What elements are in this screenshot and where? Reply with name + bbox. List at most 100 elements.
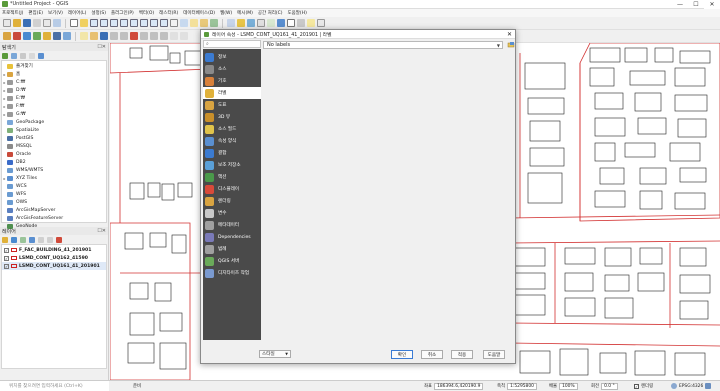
dialog-nav-item[interactable]: QGIS 서버 [203, 255, 261, 267]
zoom-rubber-icon[interactable] [110, 19, 118, 27]
layer-visibility-checkbox[interactable]: ✓ [4, 247, 9, 253]
add-group-icon[interactable] [11, 236, 17, 243]
layer-item[interactable]: ✓ LSMD_CONT_UQ161_41_201901 [2, 262, 106, 270]
filter-legend-icon[interactable] [29, 236, 35, 243]
measure-icon[interactable] [297, 19, 305, 27]
zoom-in-icon[interactable] [90, 19, 98, 27]
cancel-button[interactable]: 취소 [421, 350, 443, 359]
browser-item[interactable]: WMS/WMTS [2, 166, 106, 174]
delete-selected-icon[interactable] [130, 32, 138, 40]
add-delimited-text-icon[interactable] [43, 32, 51, 40]
copy-features-icon[interactable] [150, 32, 158, 40]
layout-manager-icon[interactable] [53, 19, 61, 27]
identify-icon[interactable] [227, 19, 235, 27]
refresh-icon[interactable] [210, 19, 218, 27]
browser-item[interactable]: ▸ F:₩ [2, 102, 106, 110]
menu-web[interactable]: 웹(W) [220, 10, 232, 16]
label-rules-icon[interactable] [507, 41, 515, 49]
coordinate-field[interactable]: 186394.6,420190.9 [434, 382, 484, 390]
browser-item[interactable]: ▸ 홈 [2, 70, 106, 78]
menu-project[interactable]: 프로젝트(J) [2, 10, 23, 16]
browser-item[interactable]: SpatiaLite [2, 126, 106, 134]
browser-item[interactable]: ▸ C:₩ [2, 78, 106, 86]
browser-item[interactable]: DB2 [2, 158, 106, 166]
expand-all-icon[interactable] [38, 236, 44, 243]
dialog-nav-item[interactable]: 결합 [203, 147, 261, 159]
zoom-to-layer-icon[interactable] [140, 19, 148, 27]
new-print-layout-icon[interactable] [43, 19, 51, 27]
collapse-all-icon[interactable] [29, 52, 35, 59]
style-menu-button[interactable]: 스타일 ▼ [259, 350, 291, 358]
ok-button[interactable]: 확인 [391, 350, 413, 359]
browser-item[interactable]: PostGIS [2, 134, 106, 142]
dialog-nav-item[interactable]: 변수 [203, 207, 261, 219]
save-edits-icon[interactable] [100, 32, 108, 40]
refresh-browser-icon[interactable] [11, 52, 17, 59]
collapse-all-layers-icon[interactable] [47, 236, 53, 243]
data-source-manager-icon[interactable] [3, 32, 11, 40]
browser-item[interactable]: WCS [2, 182, 106, 190]
menu-raster[interactable]: 래스터(R) [159, 10, 178, 16]
render-checkbox[interactable]: ✓ [634, 383, 639, 389]
browser-item[interactable]: ▸ XYZ Tiles [2, 174, 106, 182]
browser-item[interactable]: ArcGisFeatureServer [2, 214, 106, 222]
deselect-icon[interactable] [257, 19, 265, 27]
statistics-icon[interactable] [277, 19, 285, 27]
toggle-editing-icon[interactable] [90, 32, 98, 40]
dialog-search-input[interactable]: ⌕ [203, 40, 261, 48]
open-attribute-table-icon[interactable] [267, 19, 275, 27]
zoom-last-icon[interactable] [150, 19, 158, 27]
layer-item[interactable]: ✓ LSMD_CONT_UQ162_41590 [2, 254, 106, 262]
crs-group[interactable]: EPSG:4326 [671, 383, 712, 389]
dialog-nav-item[interactable]: 보조 저장소 [203, 159, 261, 171]
menu-plugins[interactable]: 플러그인(P) [111, 10, 134, 16]
new-bookmark-icon[interactable] [190, 19, 198, 27]
vertex-tool-icon[interactable] [120, 32, 128, 40]
menu-layer[interactable]: 레이어(L) [68, 10, 86, 16]
show-bookmarks-icon[interactable] [200, 19, 208, 27]
dialog-nav-item[interactable]: 라벨 [203, 87, 261, 99]
new-3d-map-icon[interactable] [180, 19, 188, 27]
save-as-icon[interactable] [33, 19, 41, 27]
menu-edit[interactable]: 편집(E) [28, 10, 43, 16]
layer-visibility-checkbox[interactable]: ✓ [4, 263, 9, 269]
cut-features-icon[interactable] [140, 32, 148, 40]
layer-visibility-checkbox[interactable]: ✓ [4, 255, 9, 261]
dialog-nav-item[interactable]: 범례 [203, 243, 261, 255]
minimize-button[interactable]: — [672, 0, 688, 9]
zoom-full-icon[interactable] [120, 19, 128, 27]
browser-item[interactable]: GeoPackage [2, 118, 106, 126]
pan-map-icon[interactable] [70, 19, 78, 27]
apply-button[interactable]: 적용 [451, 350, 473, 359]
label-mode-combo[interactable]: No labels ▼ [263, 41, 503, 49]
dialog-nav-item[interactable]: Dependencies [203, 231, 261, 243]
dialog-nav-item[interactable]: 속성 양식 [203, 135, 261, 147]
dialog-nav-item[interactable]: 소스 필드 [203, 123, 261, 135]
browser-item[interactable]: OWS [2, 198, 106, 206]
digitize-icon[interactable] [110, 32, 118, 40]
dialog-nav-item[interactable]: 기호 [203, 75, 261, 87]
redo-icon[interactable] [180, 32, 188, 40]
dialog-nav-item[interactable]: 액션 [203, 171, 261, 183]
add-selected-layers-icon[interactable] [2, 52, 8, 59]
map-tips-icon[interactable] [307, 19, 315, 27]
panel-close-icon[interactable]: ☐✕ [97, 228, 106, 234]
dialog-nav-item[interactable]: 디스플레이 [203, 183, 261, 195]
text-annotation-icon[interactable] [317, 19, 325, 27]
menu-vector[interactable]: 벡터(O) [139, 10, 154, 16]
zoom-next-icon[interactable] [160, 19, 168, 27]
browser-item[interactable]: WFS [2, 190, 106, 198]
browser-item[interactable]: ▸ G:₩ [2, 110, 106, 118]
pan-to-selection-icon[interactable] [80, 19, 88, 27]
paste-features-icon[interactable] [160, 32, 168, 40]
dialog-nav-item[interactable]: 메타데이터 [203, 219, 261, 231]
dialog-nav-item[interactable]: 디지타이즈 작업 [203, 267, 261, 279]
add-vector-layer-icon[interactable] [23, 32, 31, 40]
save-project-icon[interactable] [23, 19, 31, 27]
open-layer-styling-icon[interactable] [2, 236, 8, 243]
browser-item[interactable]: MSSQL [2, 142, 106, 150]
dialog-close-button[interactable]: ✕ [507, 30, 512, 39]
sum-icon[interactable] [287, 19, 295, 27]
menu-mesh[interactable]: 메시(M) [237, 10, 253, 16]
menu-settings[interactable]: 설정(S) [91, 10, 106, 16]
